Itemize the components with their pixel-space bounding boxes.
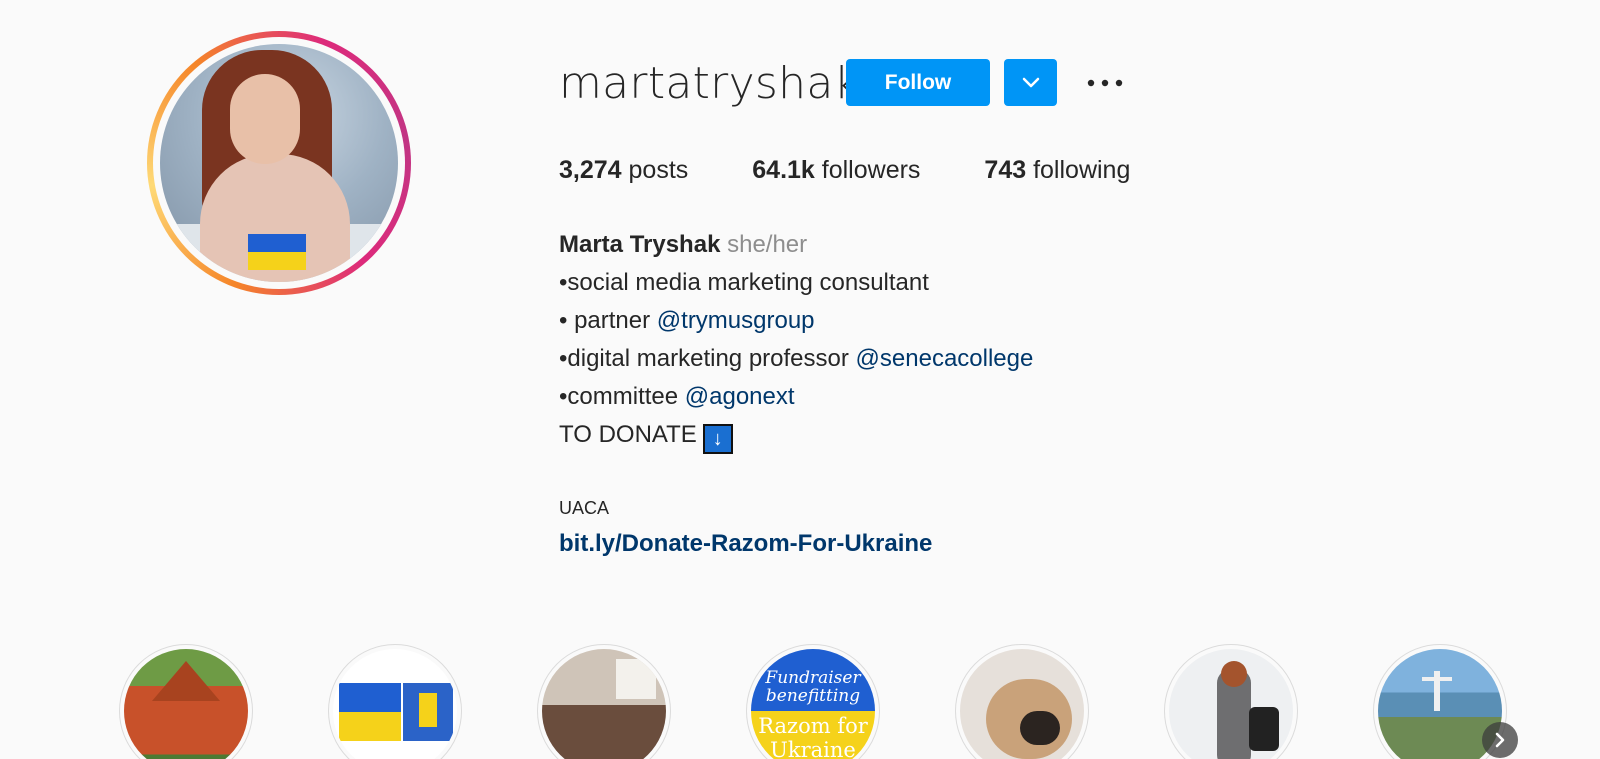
highlight-thumbnail (124, 649, 248, 759)
more-options-button[interactable] (1085, 68, 1125, 98)
followers-label: followers (814, 156, 921, 184)
profile-avatar[interactable] (147, 31, 411, 295)
mention-link[interactable]: @senecacollege (856, 345, 1034, 372)
mention-link[interactable]: @agonext (685, 383, 795, 410)
following-label: following (1026, 156, 1131, 184)
profile-category: UACA (559, 498, 610, 518)
highlight-text: Fundraiser (765, 668, 861, 688)
ukraine-flag-icon (248, 234, 306, 270)
highlight-thumbnail (960, 649, 1084, 759)
pronouns: she/her (720, 231, 808, 258)
story-highlight[interactable] (955, 644, 1089, 759)
down-arrow-icon: ↓ (702, 424, 733, 454)
chevron-down-icon (1022, 77, 1039, 87)
story-highlight[interactable] (1164, 644, 1298, 759)
bio-line: TO DONATE ↓ (559, 416, 1033, 454)
bio-text: • partner (559, 307, 657, 334)
highlight-text: Ukraine (770, 738, 856, 759)
following-stat[interactable]: 743 following (984, 156, 1130, 185)
profile-bio: Marta Tryshak she/her •social media mark… (559, 226, 1033, 454)
highlight-thumbnail (333, 649, 457, 759)
story-highlight[interactable]: Fundraiser benefitting Razom for Ukraine (746, 644, 880, 759)
profile-username: martatryshak (559, 58, 860, 109)
chevron-right-icon (1495, 732, 1505, 748)
profile-stats: 3,274 posts 64.1k followers 743 followin… (559, 156, 1194, 185)
followers-stat[interactable]: 64.1k followers (752, 156, 920, 185)
bio-line: • partner @trymusgroup (559, 302, 1033, 340)
profile-external-link[interactable]: bit.ly/Donate-Razom-For-Ukraine (559, 530, 932, 558)
more-options-icon (1087, 79, 1123, 87)
bio-line: •social media marketing consultant (559, 269, 929, 296)
bio-line: •digital marketing professor @senecacoll… (559, 340, 1033, 378)
posts-label: posts (621, 156, 689, 184)
highlight-thumbnail (1169, 649, 1293, 759)
posts-count: 3,274 (559, 156, 622, 184)
suggestions-dropdown-button[interactable] (1004, 59, 1057, 106)
story-highlight[interactable] (328, 644, 462, 759)
highlight-thumbnail (542, 649, 666, 759)
following-count: 743 (984, 156, 1027, 184)
highlight-text: benefitting (765, 686, 861, 706)
avatar-face (230, 74, 300, 164)
highlights-next-button[interactable] (1482, 722, 1518, 758)
avatar-border (153, 37, 405, 289)
followers-count: 64.1k (752, 156, 815, 184)
story-highlight[interactable] (537, 644, 671, 759)
avatar-photo (160, 44, 398, 282)
story-highlight[interactable] (119, 644, 253, 759)
profile-page: martatryshak Follow 3,274 posts 64.1k fo… (0, 0, 1600, 759)
bio-text: •committee (559, 383, 685, 410)
mention-link[interactable]: @trymusgroup (657, 307, 815, 334)
bio-text: •digital marketing professor (559, 345, 856, 372)
bio-text: TO DONATE (559, 421, 697, 448)
highlight-text: Razom for (758, 714, 868, 738)
bio-line: •committee @agonext (559, 378, 1033, 416)
posts-stat: 3,274 posts (559, 156, 688, 185)
bio-name-line: Marta Tryshak she/her (559, 226, 1033, 264)
follow-button[interactable]: Follow (846, 59, 990, 106)
full-name: Marta Tryshak (559, 231, 721, 258)
highlight-thumbnail: Fundraiser benefitting Razom for Ukraine (751, 649, 875, 759)
